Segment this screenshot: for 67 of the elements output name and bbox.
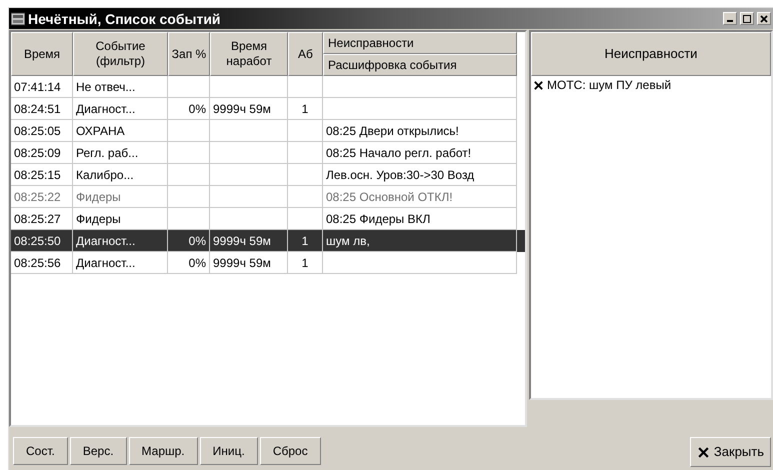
minimize-button[interactable] [723, 12, 737, 25]
table-cell-text: 08:25:15 [14, 166, 61, 184]
table-cell-text: 08:25:22 [14, 188, 61, 206]
table-row[interactable]: 08:24:51 Диагност... 0% 9999ч 59м 1 [11, 98, 525, 120]
column-header[interactable]: Зап % [168, 32, 210, 76]
close-button[interactable] [757, 12, 771, 25]
table-cell-text: 08:25:09 [14, 144, 61, 162]
table-cell-text: 0% [188, 254, 206, 272]
table-cell-text: 1 [302, 100, 308, 118]
table-cell-text: 07:41:14 [14, 78, 61, 96]
toolbar-button[interactable]: Сброс [260, 437, 321, 465]
table-cell-text: Лев.осн. Уров:30->30 Возд [326, 166, 474, 184]
fault-item[interactable]: МОТС: шум ПУ левый [531, 76, 771, 94]
table-cell-text: 9999ч 59м [213, 232, 271, 250]
table-row[interactable]: 08:25:50 Диагност... 0% 9999ч 59м 1 шум лв, [11, 230, 525, 252]
toolbar-button[interactable]: Сост. [13, 437, 68, 465]
table-cell-text: 08:25:56 [14, 254, 61, 272]
column-header[interactable]: Событие (фильтр) [73, 32, 168, 76]
table-cell-text: 9999ч 59м [213, 254, 271, 272]
table-row[interactable]: 07:41:14 Не отвеч... [11, 76, 525, 98]
table-cell-text: Диагност... [76, 232, 136, 250]
panel-header: Неисправности [531, 32, 771, 76]
table-row[interactable]: 08:25:05 ОХРАНА 08:25 Двери открылись! [11, 120, 525, 142]
table-cell-text: 9999ч 59м [213, 100, 271, 118]
table-cell-text: 08:24:51 [14, 100, 61, 118]
app-icon [11, 12, 25, 26]
table-cell-text: Регл. раб... [76, 144, 138, 162]
table-cell-text: 08:25:05 [14, 122, 61, 140]
cross-icon [533, 80, 544, 90]
table-cell-text: Диагност... [76, 254, 136, 272]
table-cell-text: 08:25 Двери открылись! [326, 122, 459, 140]
table-cell-text: шум лв, [326, 232, 370, 250]
toolbar-button[interactable]: Иниц. [200, 437, 258, 465]
window-title: Нечётный, Список событий [28, 12, 221, 26]
table-row[interactable]: 08:25:22 Фидеры 08:25 Основной ОТКЛ! [11, 186, 525, 208]
toolbar-button[interactable]: Маршр. [128, 437, 198, 465]
table-cell-text: 08:25 Фидеры ВКЛ [326, 210, 430, 228]
cross-icon [696, 446, 710, 458]
table-row[interactable]: 08:25:56 Диагност... 0% 9999ч 59м 1 [11, 252, 525, 274]
table-cell-text: 1 [302, 232, 308, 250]
table-cell-text: Не отвеч... [76, 78, 136, 96]
close-icon [760, 14, 768, 22]
table-cell-text: 08:25:50 [14, 232, 61, 250]
column-header[interactable]: Неисправности [323, 32, 517, 54]
column-header[interactable]: Аб [288, 32, 323, 76]
table-cell-text: 08:25:27 [14, 210, 61, 228]
table-cell-text: Диагност... [76, 100, 136, 118]
maximize-button[interactable] [740, 12, 754, 25]
fault-text: МОТС: шум ПУ левый [547, 77, 672, 94]
table-row[interactable]: 08:25:09 Регл. раб... 08:25 Начало регл. работ! [11, 142, 525, 164]
table-cell-text: 08:25 Начало регл. работ! [326, 144, 472, 162]
close-dialog-button[interactable]: Закрыть [690, 437, 771, 467]
table-cell-text: 1 [302, 254, 308, 272]
table-cell-text: Фидеры [76, 210, 121, 228]
table-cell-text: 0% [188, 100, 206, 118]
column-header[interactable]: Время наработ [210, 32, 288, 76]
table-row[interactable]: 08:25:15 Калибро... Лев.осн. Уров:30->30 Возд [11, 164, 525, 186]
toolbar-button[interactable]: Верс. [70, 437, 127, 465]
column-header[interactable]: Расшифровка события [323, 54, 517, 76]
table-cell-text: Фидеры [76, 188, 121, 206]
table-cell-text: Калибро... [76, 166, 134, 184]
table-cell-text: ОХРАНА [76, 122, 125, 140]
maximize-icon [743, 14, 751, 22]
minimize-icon [727, 20, 733, 22]
table-cell-text: 08:25 Основной ОТКЛ! [326, 188, 453, 206]
table-cell-text: 0% [188, 232, 206, 250]
column-header[interactable]: Время [11, 32, 73, 76]
